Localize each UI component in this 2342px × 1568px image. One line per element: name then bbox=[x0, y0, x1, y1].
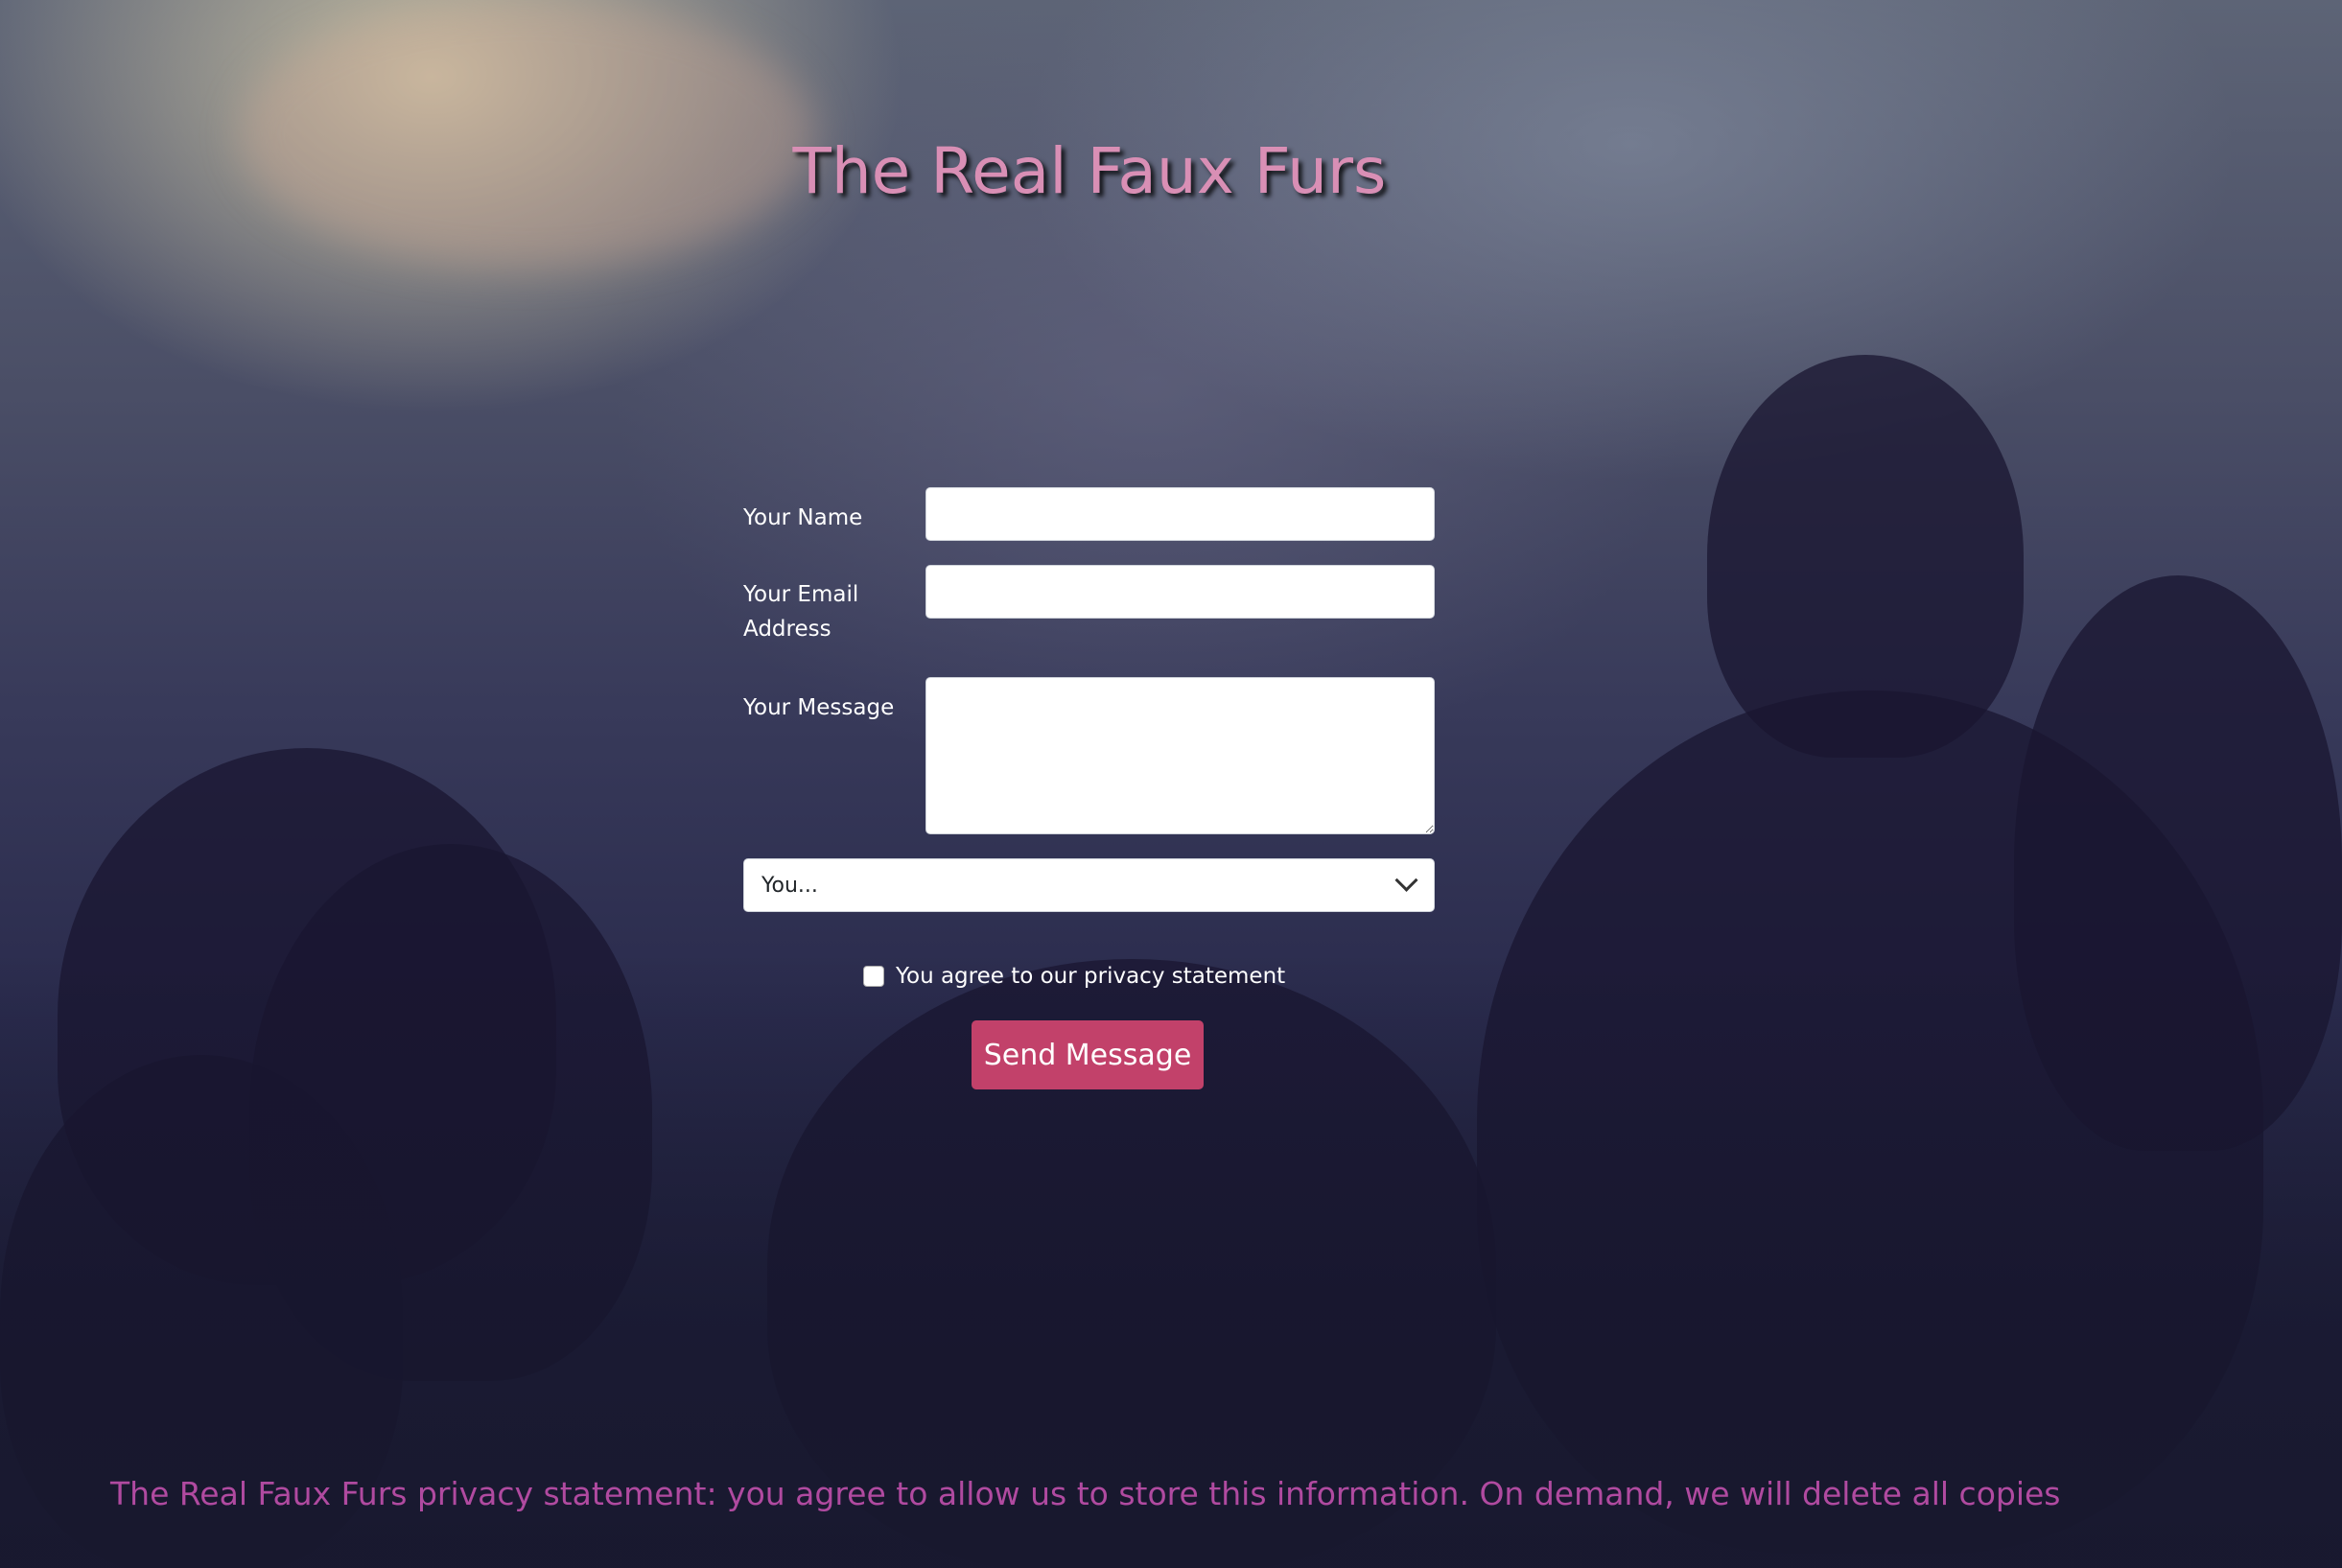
role-select[interactable]: You... bbox=[743, 858, 1435, 912]
privacy-agreement: You agree to our privacy statement bbox=[863, 964, 1285, 989]
page-title: The Real Faux Furs bbox=[792, 134, 1387, 208]
name-label: Your Name bbox=[743, 505, 863, 530]
name-input[interactable] bbox=[925, 487, 1435, 541]
role-select-value: You... bbox=[761, 873, 818, 898]
chevron-down-icon bbox=[1394, 868, 1418, 892]
send-message-button[interactable]: Send Message bbox=[972, 1020, 1204, 1089]
email-input[interactable] bbox=[925, 565, 1435, 619]
email-label: Your Email Address bbox=[743, 582, 859, 642]
message-label: Your Message bbox=[743, 695, 895, 720]
privacy-statement: The Real Faux Furs privacy statement: yo… bbox=[110, 1475, 2061, 1512]
privacy-checkbox[interactable] bbox=[863, 966, 884, 987]
privacy-checkbox-label[interactable]: You agree to our privacy statement bbox=[896, 964, 1285, 989]
message-textarea[interactable] bbox=[925, 677, 1435, 834]
